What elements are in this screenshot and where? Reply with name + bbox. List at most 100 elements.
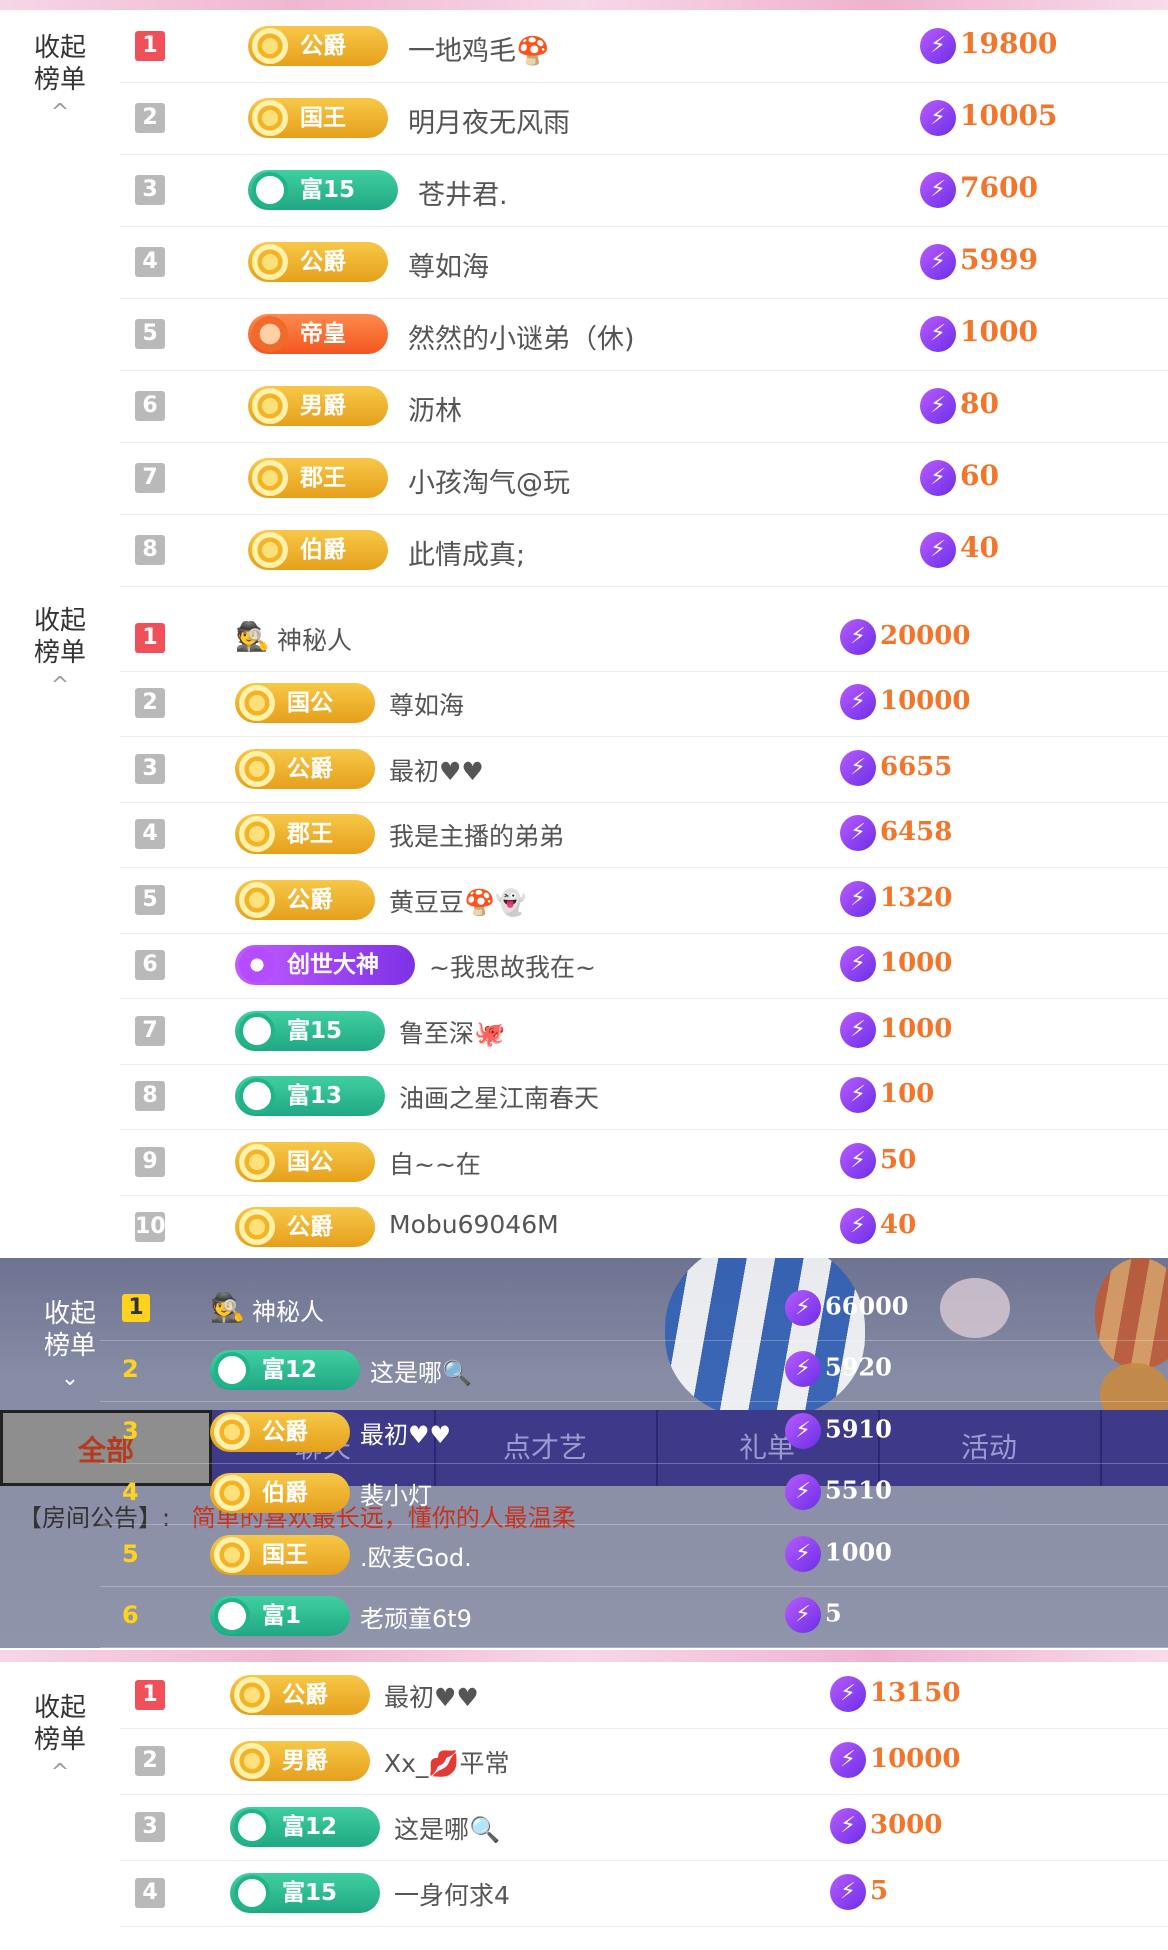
- rank-number: 2: [122, 1355, 139, 1384]
- user-name[interactable]: 一身何求4: [394, 1876, 510, 1912]
- user-name[interactable]: 我是主播的弟弟: [389, 817, 564, 853]
- chevron-down-icon: ⌄: [60, 1366, 80, 1391]
- user-name[interactable]: 最初♥♥: [389, 752, 484, 788]
- rank-row-10[interactable]: 10 公爵 Mobu69046M ⚡ 40: [120, 1195, 1168, 1261]
- user-name[interactable]: 然然的小谜弟（休): [408, 317, 635, 356]
- user-name[interactable]: Mobu69046M: [389, 1210, 559, 1239]
- value-text: 1000: [960, 315, 1038, 348]
- rank-row-3[interactable]: 3 公爵 最初♥♥ ⚡ 6655: [120, 736, 1168, 803]
- user-name[interactable]: 油画之星江南春天: [399, 1079, 599, 1115]
- user-name[interactable]: .欧麦God.: [360, 1538, 472, 1573]
- value-text: 6655: [880, 751, 953, 782]
- rank-row-1[interactable]: 1 公爵 最初♥♥ ⚡ 13150: [120, 1662, 1168, 1729]
- rank-number: 1: [122, 1293, 150, 1322]
- rank-row-3[interactable]: 3 富15 苍井君. ⚡ 7600: [120, 154, 1168, 227]
- contribution-value: ⚡ 1320: [840, 880, 952, 917]
- rank-row-2[interactable]: 2 富12 这是哪🔍 ⚡ 5920: [100, 1340, 1168, 1402]
- rank-number: 8: [135, 1081, 165, 1112]
- user-name[interactable]: 一地鸡毛🍄: [408, 29, 550, 68]
- chevron-up-icon: ^: [50, 673, 70, 698]
- value-text: 6458: [880, 817, 953, 848]
- rank-row-7[interactable]: 7 郡王 小孩淘气@玩 ⚡ 60: [120, 442, 1168, 515]
- rank-row-4[interactable]: 4 富15 一身何求4 ⚡ 5: [120, 1860, 1168, 1927]
- rank-row-2[interactable]: 2 国公 尊如海 ⚡ 10000: [120, 671, 1168, 737]
- collapse-label-2: 榜单: [33, 65, 86, 95]
- rank-row-1[interactable]: 1 公爵 一地鸡毛🍄 ⚡ 19800: [120, 10, 1168, 83]
- rank-row-3[interactable]: 3 公爵 最初♥♥ ⚡ 5910: [100, 1401, 1168, 1464]
- user-name[interactable]: 此情成真;: [408, 533, 525, 572]
- rank-row-9[interactable]: 9 国公 自~~在 ⚡ 50: [120, 1129, 1168, 1196]
- user-name[interactable]: 明月夜无风雨: [408, 101, 570, 140]
- rank-row-4[interactable]: 4 伯爵 裴小灯 ⚡ 5510: [100, 1463, 1168, 1525]
- rank-row-6[interactable]: 6 富1 老顽童6t9 ⚡ 5: [100, 1586, 1168, 1648]
- badge-label: 公爵: [262, 1418, 308, 1445]
- user-name[interactable]: 苍井君.: [418, 173, 508, 212]
- value-text: 5: [870, 1876, 889, 1906]
- rank-badge: 公爵: [230, 1675, 370, 1715]
- rank-row-5[interactable]: 5 公爵 黄豆豆🍄👻 ⚡ 1320: [120, 867, 1168, 934]
- user-name[interactable]: 老顽童6t9: [360, 1599, 472, 1634]
- badge-label: 男爵: [282, 1748, 328, 1774]
- rank-row-3[interactable]: 3 富12 这是哪🔍 ⚡ 3000: [120, 1794, 1168, 1861]
- rank-row-2[interactable]: 2 男爵 Xx_💋平常 ⚡ 10000: [120, 1728, 1168, 1795]
- value-text: 40: [960, 531, 999, 564]
- rank-badge: 公爵: [248, 26, 388, 66]
- user-name[interactable]: 尊如海: [408, 245, 489, 284]
- badge-label: 帝皇: [300, 321, 346, 347]
- rank-row-2[interactable]: 2 国王 明月夜无风雨 ⚡ 10005: [120, 82, 1168, 155]
- badge-label: 郡王: [300, 465, 346, 491]
- rank-row-5[interactable]: 5 帝皇 然然的小谜弟（休) ⚡ 1000: [120, 298, 1168, 371]
- collapse-list-button[interactable]: 收起 榜单 ⌄: [30, 1298, 110, 1390]
- value-text: 60: [960, 459, 999, 492]
- rank-row-4[interactable]: 4 郡王 我是主播的弟弟 ⚡ 6458: [120, 802, 1168, 868]
- collapse-label-1: 收起: [33, 33, 86, 63]
- user-name[interactable]: 裴小灯: [360, 1476, 432, 1511]
- collapse-list-button[interactable]: 收起 榜单 ^: [20, 605, 100, 697]
- user-name[interactable]: 这是哪🔍: [370, 1353, 472, 1388]
- rank-row-1[interactable]: 1 🕵 神秘人 ⚡ 66000: [100, 1278, 1168, 1341]
- rank-badge: 郡王: [248, 458, 388, 498]
- user-name[interactable]: 小孩淘气@玩: [408, 461, 570, 500]
- rank-row-8[interactable]: 8 伯爵 此情成真; ⚡ 40: [120, 514, 1168, 587]
- rank-row-6[interactable]: 6 男爵 沥林 ⚡ 80: [120, 370, 1168, 443]
- rank-row-5[interactable]: 5 国王 .欧麦God. ⚡ 1000: [100, 1524, 1168, 1587]
- contribution-value: ⚡ 60: [920, 459, 999, 496]
- badge-gold-icon: [234, 1743, 270, 1779]
- rank-badge: 男爵: [230, 1741, 370, 1781]
- badge-label: 国公: [287, 690, 333, 717]
- rank-row-4[interactable]: 4 公爵 尊如海 ⚡ 5999: [120, 226, 1168, 299]
- badge-gold-icon: [252, 460, 288, 496]
- user-name[interactable]: 神秘人: [277, 621, 352, 657]
- badge-gold-icon: [252, 532, 288, 568]
- user-name[interactable]: 尊如海: [389, 686, 464, 722]
- user-name[interactable]: 鲁至深🐙: [399, 1014, 505, 1050]
- user-name[interactable]: 最初♥♥: [384, 1678, 479, 1714]
- rank-number: 5: [122, 1539, 139, 1568]
- rank-badge: 富1: [210, 1596, 350, 1637]
- rank-row-7[interactable]: 7 富15 鲁至深🐙 ⚡ 1000: [120, 998, 1168, 1065]
- badge-label: 公爵: [300, 249, 346, 275]
- rank-row-6[interactable]: 6 创世大神 ~我思故我在~ ⚡ 1000: [120, 933, 1168, 999]
- rank-row-8[interactable]: 8 富13 油画之星江南春天 ⚡ 100: [120, 1064, 1168, 1130]
- user-name[interactable]: 最初♥♥: [360, 1415, 451, 1450]
- rank-number: 9: [135, 1146, 165, 1177]
- user-name[interactable]: 沥林: [408, 389, 462, 428]
- badge-label: 创世大神: [287, 952, 379, 979]
- collapse-list-button[interactable]: 收起 榜单 ^: [20, 32, 100, 124]
- contribution-value: ⚡ 7600: [920, 171, 1038, 208]
- rank-row-1[interactable]: 1 🕵 神秘人 ⚡ 20000: [120, 605, 1168, 672]
- value-text: 3000: [870, 1810, 943, 1840]
- user-name[interactable]: 这是哪🔍: [394, 1810, 500, 1846]
- lightning-icon: ⚡: [840, 749, 876, 786]
- contribution-value: ⚡ 80: [920, 387, 999, 424]
- chevron-up-icon: ^: [50, 100, 70, 125]
- user-name[interactable]: 黄豆豆🍄👻: [389, 883, 526, 919]
- user-name[interactable]: ~我思故我在~: [429, 948, 596, 984]
- collapse-list-button[interactable]: 收起 榜单 ^: [20, 1692, 100, 1784]
- contribution-value: ⚡ 10005: [920, 99, 1057, 136]
- badge-gold-icon: [252, 100, 288, 136]
- user-name[interactable]: 自~~在: [389, 1145, 481, 1181]
- lightning-icon: ⚡: [920, 531, 956, 568]
- user-name[interactable]: 神秘人: [252, 1292, 324, 1327]
- user-name[interactable]: Xx_💋平常: [384, 1744, 510, 1780]
